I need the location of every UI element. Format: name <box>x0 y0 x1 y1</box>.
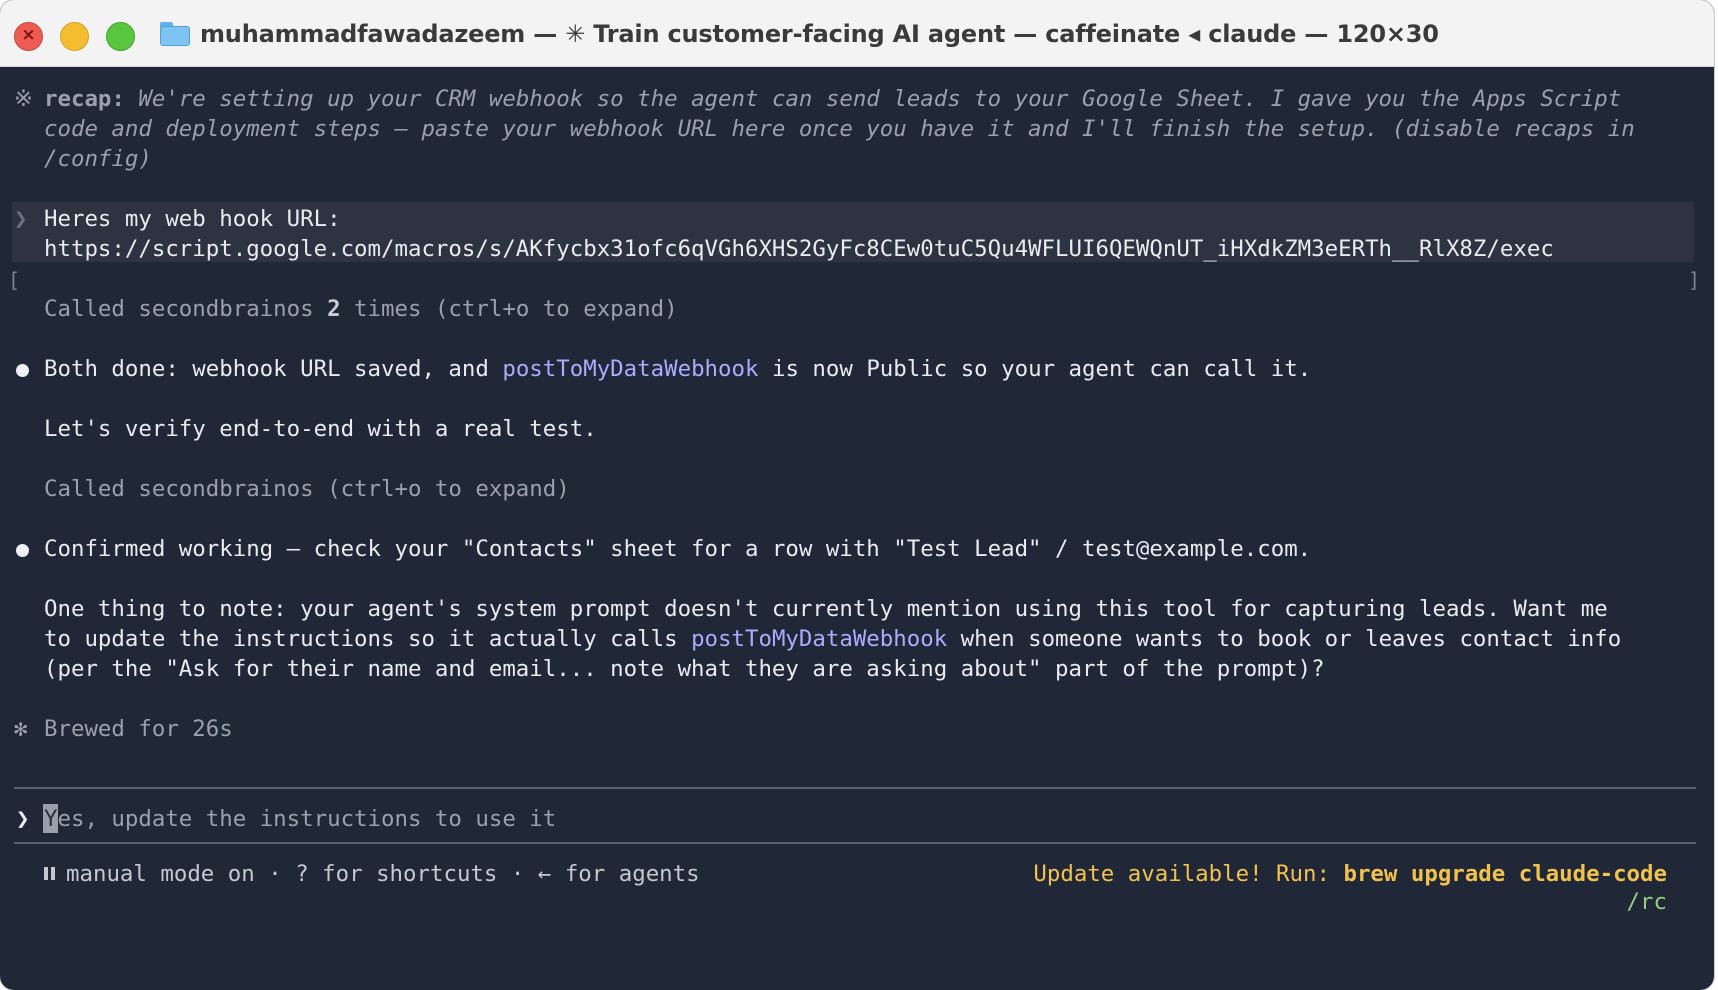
tool-call-1[interactable]: Called secondbrainos 2 times (ctrl+o to … <box>44 294 678 324</box>
zoom-button[interactable] <box>106 22 135 51</box>
recap-label: recap: <box>44 86 125 112</box>
assistant-message-1b: Let's verify end-to-end with a real test… <box>44 416 597 442</box>
close-icon: × <box>21 25 36 45</box>
user-message-caret: ❯ <box>14 206 28 232</box>
placeholder-text: es, update the instructions to use it <box>57 806 557 832</box>
recap-text-2: code and deployment steps — paste your w… <box>44 116 1635 142</box>
input-bottom-divider <box>14 842 1696 844</box>
assistant-message-3-line-2: to update the instructions so it actuall… <box>44 624 1621 654</box>
brewed-icon: ✻ <box>14 716 28 742</box>
tool-call-1-prefix: Called secondbrainos <box>44 296 328 322</box>
footer-separator: · <box>497 861 538 887</box>
pause-icon <box>44 866 56 882</box>
title-bar: × muhammadfawadazeem — ✳ Train customer-… <box>0 0 1714 67</box>
terminal-window: × muhammadfawadazeem — ✳ Train customer-… <box>0 0 1714 990</box>
tool-call-1-suffix: times (ctrl+o to expand) <box>340 296 678 322</box>
prompt-input[interactable]: Yes, update the instructions to use it <box>44 804 556 834</box>
webhook-url[interactable]: https://script.google.com/macros/s/AKfyc… <box>44 234 1554 264</box>
folder-icon <box>160 22 190 46</box>
assistant-message-2: Confirmed working — check your "Contacts… <box>44 536 1312 562</box>
selection-bracket-right: ] <box>1687 268 1700 292</box>
window-title: muhammadfawadazeem — ✳ Train customer-fa… <box>200 20 1439 48</box>
update-notice: Update available! Run: brew upgrade clau… <box>1033 859 1667 889</box>
rc-command: /rc <box>1626 889 1667 915</box>
assistant-message-3-line-3: (per the "Ask for their name and email..… <box>44 656 1325 682</box>
recap-line-1: recap: We're setting up your CRM webhook… <box>44 84 1621 114</box>
terminal-content[interactable]: ※ recap: We're setting up your CRM webho… <box>0 67 1714 990</box>
user-message-line-1: Heres my web hook URL: <box>44 206 341 232</box>
close-button[interactable]: × <box>14 22 43 51</box>
assistant-message-1: Both done: webhook URL saved, and postTo… <box>44 354 1311 384</box>
update-command: brew upgrade claude-code <box>1343 861 1667 887</box>
update-prefix: Update available! Run: <box>1033 861 1344 887</box>
status-text: Brewed for 26s <box>44 716 233 742</box>
recap-text-1: We're setting up your CRM webhook so the… <box>124 86 1622 112</box>
bullet-icon <box>16 544 29 557</box>
message-1-before: Both done: webhook URL saved, and <box>44 356 503 382</box>
input-top-divider <box>14 787 1696 789</box>
message-1-after: is now Public so your agent can call it. <box>758 356 1312 382</box>
recap-icon: ※ <box>14 86 33 112</box>
shortcuts-hint: ? for shortcuts <box>295 861 498 887</box>
message-3-after: when someone wants to book or leaves con… <box>947 626 1622 652</box>
footer-hints: manual mode on · ? for shortcuts · ← for… <box>44 859 700 889</box>
message-3-before: to update the instructions so it actuall… <box>44 626 692 652</box>
agents-hint: ← for agents <box>537 861 700 887</box>
tool-call-1-count: 2 <box>327 296 341 322</box>
input-prompt-icon: ❯ <box>16 806 30 832</box>
footer-separator: · <box>254 861 296 887</box>
mode-indicator[interactable]: manual mode on <box>66 861 255 887</box>
tool-call-2[interactable]: Called secondbrainos (ctrl+o to expand) <box>44 474 570 504</box>
placeholder-first-char: Y <box>44 806 58 832</box>
minimize-button[interactable] <box>60 22 89 51</box>
selection-bracket-left: [ <box>8 268 21 292</box>
tool-name-highlight: postToMyDataWebhook <box>502 356 759 382</box>
bullet-icon <box>16 364 29 377</box>
assistant-message-3-line-1: One thing to note: your agent's system p… <box>44 596 1608 622</box>
tool-name-highlight: postToMyDataWebhook <box>691 626 948 652</box>
recap-text-3: /config) <box>44 146 152 172</box>
